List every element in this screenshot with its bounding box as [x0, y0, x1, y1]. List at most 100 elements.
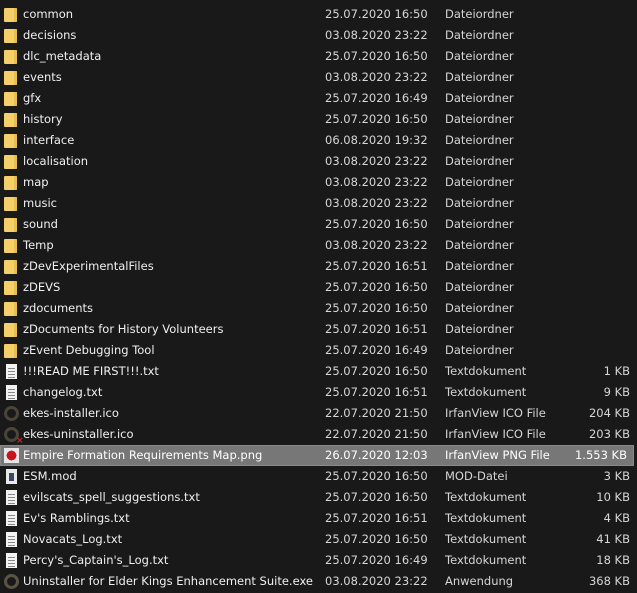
file-name: Empire Formation Requirements Map.png: [23, 448, 263, 462]
file-row[interactable]: map 03.08.2020 23:22 Dateiordner: [0, 172, 637, 193]
file-name: ESM.mod: [23, 469, 77, 483]
file-size: 10 KB: [596, 490, 630, 504]
file-type: Textdokument: [445, 385, 527, 399]
file-name: decisions: [23, 28, 77, 42]
file-row[interactable]: dlc_metadata 25.07.2020 16:50 Dateiordner: [0, 46, 637, 67]
folder-icon: [4, 113, 17, 127]
file-size: 204 KB: [588, 406, 630, 420]
file-list: common 25.07.2020 16:50 Dateiordner decisio…: [0, 4, 637, 592]
file-type: Textdokument: [445, 553, 527, 567]
file-name: ekes-installer.ico: [23, 406, 119, 420]
folder-icon: [4, 239, 17, 253]
ring-icon: [4, 406, 19, 421]
file-date: 25.07.2020 16:49: [325, 343, 428, 357]
text-file-icon: [6, 511, 17, 526]
folder-icon: [4, 218, 17, 232]
file-type: Dateiordner: [445, 217, 514, 231]
file-row[interactable]: zEvent Debugging Tool 25.07.2020 16:49 Dat…: [0, 340, 637, 361]
file-name: common: [23, 7, 74, 21]
file-date: 25.07.2020 16:49: [325, 91, 428, 105]
file-row[interactable]: zdocuments 25.07.2020 16:50 Dateiordner: [0, 298, 637, 319]
file-date: 03.08.2020 23:22: [325, 238, 428, 252]
file-name: localisation: [23, 154, 89, 168]
file-name: Ev's Ramblings.txt: [23, 511, 130, 525]
file-name: interface: [23, 133, 75, 147]
file-row[interactable]: localisation 03.08.2020 23:22 Dateiordner: [0, 151, 637, 172]
file-type: Dateiordner: [445, 301, 514, 315]
file-row[interactable]: music 03.08.2020 23:22 Dateiordner: [0, 193, 637, 214]
file-type: Dateiordner: [445, 91, 514, 105]
file-row[interactable]: events 03.08.2020 23:22 Dateiordner: [0, 67, 637, 88]
file-row[interactable]: common 25.07.2020 16:50 Dateiordner: [0, 4, 637, 25]
file-name: gfx: [23, 91, 42, 105]
file-name: zEvent Debugging Tool: [23, 343, 155, 357]
file-size: 4 KB: [603, 511, 630, 525]
file-name: music: [23, 196, 58, 210]
file-type: Dateiordner: [445, 49, 514, 63]
file-size: 368 KB: [588, 574, 630, 588]
file-row[interactable]: interface 06.08.2020 19:32 Dateiordner: [0, 130, 637, 151]
file-row[interactable]: Temp 03.08.2020 23:22 Dateiordner: [0, 235, 637, 256]
folder-icon: [4, 323, 17, 337]
file-type: IrfanView PNG File: [445, 448, 550, 462]
file-type: Dateiordner: [445, 154, 514, 168]
file-size: 18 KB: [596, 553, 630, 567]
file-type: Anwendung: [445, 574, 514, 588]
file-row[interactable]: Empire Formation Requirements Map.png 26.…: [0, 445, 634, 466]
file-date: 25.07.2020 16:50: [325, 112, 428, 126]
file-row[interactable]: × ekes-uninstaller.ico 22.07.2020 21:50 Irf…: [0, 424, 637, 446]
file-name: !!!READ ME FIRST!!!.txt: [23, 364, 159, 378]
file-row[interactable]: !!!READ ME FIRST!!!.txt 25.07.2020 16:50 T…: [0, 361, 637, 382]
file-date: 25.07.2020 16:50: [325, 7, 428, 21]
file-row[interactable]: evilscats_spell_suggestions.txt 25.07.202…: [0, 487, 637, 508]
file-type: Dateiordner: [445, 28, 514, 42]
mod-file-icon: [6, 469, 17, 484]
file-row[interactable]: history 25.07.2020 16:50 Dateiordner: [0, 109, 637, 130]
file-date: 25.07.2020 16:50: [325, 280, 428, 294]
file-size: 1 KB: [603, 364, 630, 378]
file-type: Dateiordner: [445, 259, 514, 273]
file-date: 06.08.2020 19:32: [325, 133, 428, 147]
folder-icon: [4, 71, 17, 85]
file-row[interactable]: sound 25.07.2020 16:50 Dateiordner: [0, 214, 637, 235]
folder-icon: [4, 302, 17, 316]
file-name: ekes-uninstaller.ico: [23, 427, 134, 441]
file-type: Textdokument: [445, 364, 527, 378]
file-date: 25.07.2020 16:51: [325, 259, 428, 273]
folder-icon: [4, 134, 17, 148]
folder-icon: [4, 92, 17, 106]
file-type: Dateiordner: [445, 196, 514, 210]
file-name: changelog.txt: [23, 385, 103, 399]
app-icon: [4, 574, 19, 589]
file-size: 9 KB: [603, 385, 630, 399]
file-row[interactable]: ekes-installer.ico 22.07.2020 21:50 IrfanV…: [0, 403, 637, 424]
file-size: 3 KB: [603, 469, 630, 483]
file-row[interactable]: zDEVS 25.07.2020 16:50 Dateiordner: [0, 277, 637, 298]
file-row[interactable]: Ev's Ramblings.txt 25.07.2020 16:51 Textdo…: [0, 508, 637, 529]
file-name: Temp: [23, 238, 54, 252]
file-row[interactable]: zDocuments for History Volunteers 25.07.2…: [0, 319, 637, 340]
file-date: 25.07.2020 16:51: [325, 322, 428, 336]
file-row[interactable]: Percy's_Captain's_Log.txt 25.07.2020 16:4…: [0, 550, 637, 571]
file-name: Novacats_Log.txt: [23, 532, 123, 546]
file-type: Dateiordner: [445, 70, 514, 84]
file-date: 25.07.2020 16:50: [325, 217, 428, 231]
file-row[interactable]: Uninstaller for Elder Kings Enhancement …: [0, 571, 637, 592]
file-type: Dateiordner: [445, 343, 514, 357]
file-type: Textdokument: [445, 490, 527, 504]
file-row[interactable]: gfx 25.07.2020 16:49 Dateiordner: [0, 88, 637, 109]
file-type: Dateiordner: [445, 322, 514, 336]
file-row[interactable]: decisions 03.08.2020 23:22 Dateiordner: [0, 25, 637, 46]
file-name: zDocuments for History Volunteers: [23, 322, 224, 336]
file-row[interactable]: ESM.mod 25.07.2020 16:50 MOD-Datei 3 KB: [0, 466, 637, 487]
folder-icon: [4, 29, 17, 43]
file-row[interactable]: changelog.txt 25.07.2020 16:51 Textdokumen…: [0, 382, 637, 403]
file-row[interactable]: zDevExperimentalFiles 25.07.2020 16:51 Dat…: [0, 256, 637, 277]
text-file-icon: [6, 364, 17, 379]
file-type: Dateiordner: [445, 7, 514, 21]
file-type: Dateiordner: [445, 175, 514, 189]
file-date: 25.07.2020 16:50: [325, 364, 428, 378]
file-name: evilscats_spell_suggestions.txt: [23, 490, 200, 504]
file-row[interactable]: Novacats_Log.txt 25.07.2020 16:50 Textdoku…: [0, 529, 637, 550]
file-date: 03.08.2020 23:22: [325, 70, 428, 84]
